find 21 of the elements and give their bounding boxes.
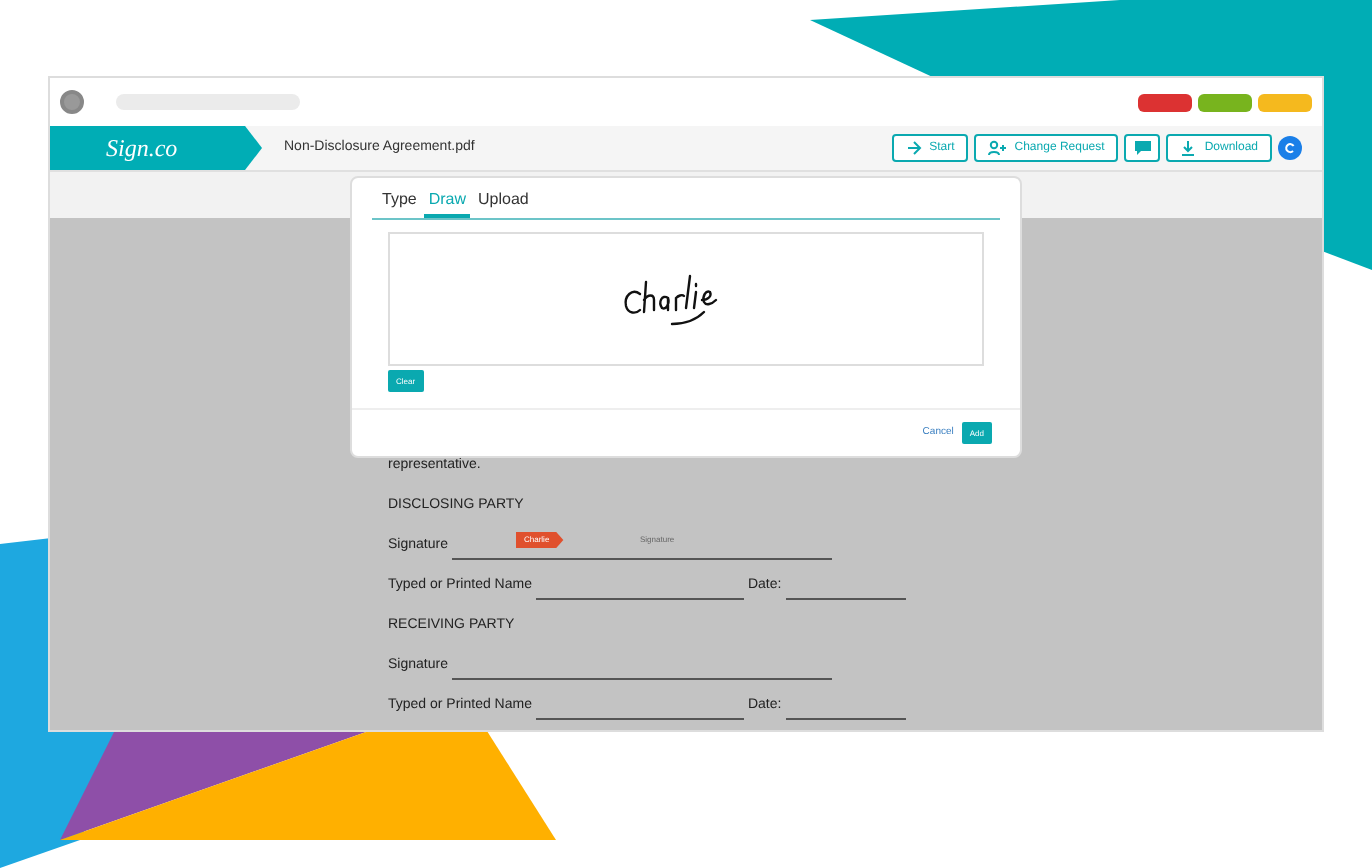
- refresh-icon: [1284, 142, 1296, 154]
- window-control[interactable]: [1198, 93, 1252, 111]
- date-line[interactable]: [785, 718, 906, 720]
- person-add-icon: [988, 140, 1007, 156]
- dialog-tab[interactable]: Draw: [424, 190, 471, 218]
- window-control[interactable]: [1138, 93, 1192, 111]
- profile-icon: [60, 90, 84, 114]
- logo: Sign.co: [50, 126, 262, 170]
- signature-line[interactable]: [451, 558, 832, 560]
- dialog-tab[interactable]: Upload: [474, 190, 533, 218]
- download-icon: [1180, 140, 1197, 156]
- drawing-pad[interactable]: [388, 232, 984, 366]
- comment-icon: [1133, 140, 1152, 156]
- name-line[interactable]: [535, 718, 744, 720]
- dialog-tab[interactable]: Type: [378, 190, 421, 218]
- signature-line[interactable]: [451, 678, 832, 680]
- date-line[interactable]: [785, 598, 906, 600]
- comment-button[interactable]: [1124, 134, 1161, 162]
- arrow-icon: [905, 140, 922, 156]
- name-line[interactable]: [535, 598, 744, 600]
- avatar[interactable]: [1278, 136, 1302, 160]
